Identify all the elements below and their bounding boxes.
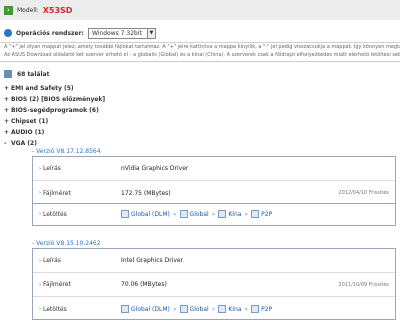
expand-icon[interactable]: + bbox=[4, 118, 11, 125]
os-label: Operációs rendszer: bbox=[16, 29, 84, 37]
category-label[interactable]: BIOS (2) [BIOS előzmények] bbox=[11, 96, 105, 103]
category-label[interactable]: Chipset (1) bbox=[11, 118, 48, 125]
download-link-p2p[interactable]: P2P bbox=[251, 210, 272, 218]
collapse-icon[interactable]: - bbox=[4, 140, 11, 147]
download-label: › Letöltés bbox=[39, 305, 67, 313]
bullet-icon: › bbox=[39, 281, 41, 288]
expand-icon[interactable]: + bbox=[4, 129, 11, 136]
category-audio[interactable]: + AUDIO (1) bbox=[4, 127, 44, 137]
download-icon bbox=[121, 210, 129, 218]
download-link-global-dlm[interactable]: Global (DLM) bbox=[121, 305, 170, 313]
download-icon bbox=[218, 305, 227, 313]
size-row: › Fájlméret 70.06 (MBytes) 2011/10/09 Fri… bbox=[33, 273, 395, 297]
description-value: Intel Graphics Driver bbox=[121, 257, 184, 264]
download-row: › Letöltés Global (DLM) » Global » Kína »… bbox=[33, 204, 395, 224]
results-text: 68 találat bbox=[17, 70, 50, 78]
collapse-icon[interactable]: - bbox=[32, 240, 34, 247]
expand-icon[interactable]: + bbox=[4, 107, 11, 114]
description-row: › Leírás Intel Graphics Driver bbox=[33, 249, 395, 273]
separator: » bbox=[172, 305, 177, 313]
download-icon bbox=[218, 210, 227, 218]
chevron-down-icon[interactable]: ▼ bbox=[146, 28, 155, 38]
download-link-china[interactable]: Kína bbox=[218, 210, 241, 218]
size-row: › Fájlméret 172.75 (MBytes) 2012/04/10 Fr… bbox=[33, 181, 395, 205]
list-icon bbox=[4, 70, 12, 78]
divider bbox=[0, 42, 400, 43]
download-links: Global (DLM) » Global » Kína » P2P bbox=[121, 210, 275, 218]
description-label: › Leírás bbox=[39, 257, 61, 264]
category-label[interactable]: AUDIO (1) bbox=[11, 129, 44, 136]
bullet-icon: › bbox=[39, 211, 41, 217]
os-selector-row: Operációs rendszer: Windows 7 32bit ▼ bbox=[4, 27, 156, 39]
expand-icon[interactable]: + bbox=[4, 96, 11, 103]
driver-card: › Leírás Intel Graphics Driver › Fájlméret… bbox=[32, 248, 396, 320]
download-icon bbox=[251, 305, 260, 313]
category-label[interactable]: VGA (2) bbox=[11, 140, 37, 147]
version-label[interactable]: Verzió V8.17.12.8564 bbox=[36, 148, 100, 155]
os-select[interactable]: Windows 7 32bit ▼ bbox=[87, 27, 156, 39]
download-icon bbox=[179, 210, 188, 218]
size-value: 70.06 (MBytes) bbox=[121, 281, 167, 288]
separator: » bbox=[211, 210, 216, 218]
driver-card: › Leírás nVidia Graphics Driver › Fájlmére… bbox=[32, 156, 396, 204]
os-icon bbox=[4, 29, 12, 37]
description-label: › Leírás bbox=[39, 165, 61, 172]
size-label: › Fájlméret bbox=[39, 281, 71, 288]
info-line-2: Az ASUS Download oldaláról két szerver é… bbox=[4, 52, 400, 58]
size-value: 172.75 (MBytes) bbox=[121, 189, 171, 197]
category-label[interactable]: EMI and Safety (5) bbox=[11, 85, 74, 92]
bullet-icon: › bbox=[39, 165, 41, 172]
separator: » bbox=[172, 210, 177, 218]
download-icon bbox=[179, 305, 188, 313]
download-label: › Letöltés bbox=[39, 210, 67, 218]
description-row: › Leírás nVidia Graphics Driver bbox=[33, 157, 395, 181]
results-count: 68 találat bbox=[4, 70, 49, 78]
os-select-value[interactable]: Windows 7 32bit bbox=[89, 30, 147, 37]
download-link-china[interactable]: Kína bbox=[218, 305, 241, 313]
model-value: X53SD bbox=[42, 5, 73, 15]
bullet-icon: › bbox=[39, 306, 41, 312]
category-bios-utilities[interactable]: + BIOS-segédprogramok (6) bbox=[4, 105, 99, 115]
collapse-icon[interactable]: - bbox=[32, 148, 34, 155]
category-emi[interactable]: + EMI and Safety (5) bbox=[4, 83, 74, 93]
version-header[interactable]: - Verzió V8.17.12.8564 bbox=[32, 147, 101, 155]
info-line-1: A "+" jel olyan mappát jelez, amely tová… bbox=[4, 44, 400, 50]
model-icon: › bbox=[4, 5, 13, 15]
download-links: Global (DLM) » Global » Kína » P2P bbox=[121, 305, 275, 313]
expand-icon[interactable]: + bbox=[4, 85, 11, 92]
separator: » bbox=[244, 210, 249, 218]
bullet-icon: › bbox=[39, 257, 41, 264]
divider bbox=[0, 61, 400, 62]
download-row: › Letöltés Global (DLM) » Global » Kína »… bbox=[33, 297, 395, 321]
version-label[interactable]: Verzió V8.15.10.2462 bbox=[36, 240, 100, 247]
category-label[interactable]: BIOS-segédprogramok (6) bbox=[11, 107, 99, 114]
download-card: › Letöltés Global (DLM) » Global » Kína »… bbox=[32, 204, 396, 226]
download-icon bbox=[121, 305, 129, 313]
download-link-global[interactable]: Global bbox=[179, 305, 209, 313]
separator: » bbox=[211, 305, 216, 313]
bullet-icon: › bbox=[39, 190, 41, 196]
download-link-p2p[interactable]: P2P bbox=[251, 305, 272, 313]
download-link-global[interactable]: Global bbox=[179, 210, 209, 218]
separator: » bbox=[244, 305, 249, 313]
version-header[interactable]: - Verzió V8.15.10.2462 bbox=[32, 239, 101, 247]
update-date: 2011/10/09 Frissítés bbox=[338, 281, 389, 288]
model-header: › Modell: X53SD bbox=[0, 0, 400, 20]
download-link-global-dlm[interactable]: Global (DLM) bbox=[121, 210, 170, 218]
description-value: nVidia Graphics Driver bbox=[121, 165, 189, 172]
size-label: › Fájlméret bbox=[39, 189, 71, 197]
model-label: Modell: bbox=[17, 6, 39, 14]
download-icon bbox=[251, 210, 260, 218]
category-bios[interactable]: + BIOS (2) [BIOS előzmények] bbox=[4, 94, 105, 104]
category-chipset[interactable]: + Chipset (1) bbox=[4, 116, 48, 126]
update-date: 2012/04/10 Frissítés bbox=[338, 190, 389, 196]
